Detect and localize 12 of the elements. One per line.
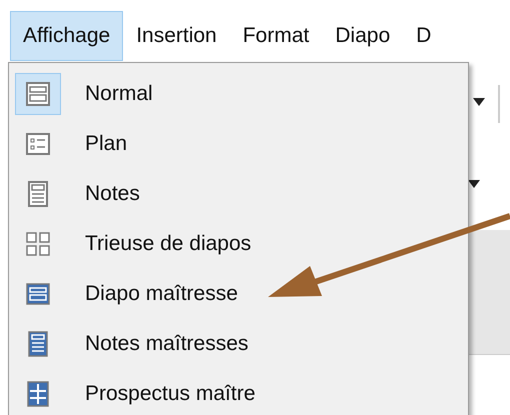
menu-item[interactable]: Notes	[9, 169, 468, 219]
menu-item[interactable]: Plan	[9, 119, 468, 169]
menu-bar-item[interactable]: Insertion	[123, 11, 230, 61]
menu-item[interactable]: Diapo maîtresse	[9, 269, 468, 319]
menu-bar-item[interactable]: Format	[230, 11, 322, 61]
menu-bar-item[interactable]: D	[403, 11, 444, 61]
menu-item[interactable]: Notes maîtresses	[9, 319, 468, 369]
menu-bar-item[interactable]: Diapo	[322, 11, 404, 61]
menu-bar-item[interactable]: Affichage	[10, 11, 124, 61]
menu-item[interactable]: Prospectus maître	[9, 369, 468, 415]
menu-item[interactable]: Trieuse de diapos	[9, 219, 468, 269]
menu-item[interactable]: Normal	[9, 69, 468, 119]
